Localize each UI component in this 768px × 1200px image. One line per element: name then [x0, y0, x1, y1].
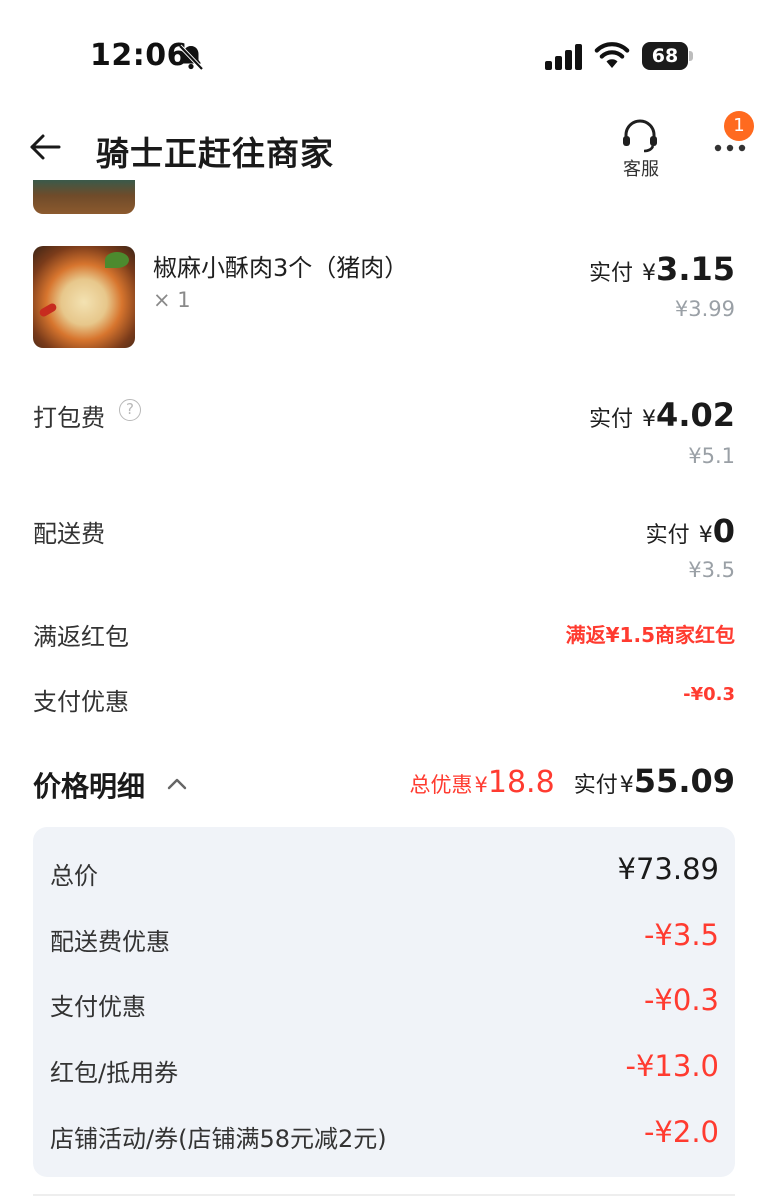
item-original-price: ¥3.99	[674, 297, 735, 321]
detail-row-label: 支付优惠	[50, 993, 146, 1021]
delivery-fee-original: ¥3.5	[688, 558, 735, 582]
detail-row-label: 配送费优惠	[50, 928, 170, 956]
battery-level: 68	[642, 42, 688, 70]
detail-row-value: -¥3.5	[643, 918, 719, 952]
paid-label: 实付	[588, 261, 633, 286]
status-time: 12:06	[90, 38, 188, 73]
cashback-value: 满返¥1.5商家红包	[565, 623, 735, 647]
item-quantity: × 1	[153, 288, 191, 312]
paid-amount: 0	[712, 512, 735, 550]
detail-row-value: -¥0.3	[643, 983, 719, 1017]
paid-amount: 3.15	[656, 250, 735, 288]
packaging-fee-label: 打包费	[33, 404, 105, 432]
divider	[33, 1194, 735, 1196]
paid-amount: 4.02	[656, 396, 735, 434]
paid-label: 实付	[573, 773, 618, 798]
paid-label: 实付	[588, 407, 633, 432]
currency: ¥	[474, 773, 488, 797]
battery-icon: 68	[642, 42, 694, 70]
total-paid-amount: 55.09	[633, 762, 735, 800]
notification-badge: 1	[724, 111, 754, 141]
detail-row-value: ¥73.89	[617, 852, 719, 886]
total-discount-amount: 18.8	[487, 765, 555, 800]
detail-row-label: 店铺活动/券(店铺满58元减2元)	[50, 1125, 387, 1153]
detail-row-value: -¥13.0	[625, 1049, 720, 1083]
price-detail-title[interactable]: 价格明细	[33, 765, 145, 805]
packaging-fee-original: ¥5.1	[688, 444, 735, 468]
signal-icon	[545, 44, 582, 70]
page-title: 骑士正赶往商家	[96, 134, 334, 173]
delivery-fee-label: 配送费	[33, 520, 105, 548]
payment-discount-label: 支付优惠	[33, 688, 129, 716]
paid-label: 实付	[645, 523, 690, 548]
help-icon[interactable]: ?	[119, 399, 141, 421]
currency: ¥	[642, 407, 657, 432]
currency: ¥	[619, 773, 634, 798]
previous-item-image	[33, 180, 135, 214]
detail-row-label: 红包/抵用券	[50, 1059, 179, 1087]
back-arrow-icon[interactable]	[28, 132, 64, 162]
wifi-icon	[594, 42, 630, 68]
customer-service-label[interactable]: 客服	[620, 155, 662, 181]
payment-discount-value: -¥0.3	[683, 684, 735, 705]
detail-row-value: -¥2.0	[643, 1115, 719, 1149]
item-name: 椒麻小酥肉3个（猪肉）	[153, 254, 409, 282]
bell-slash-icon	[178, 44, 204, 71]
headset-icon[interactable]	[620, 118, 660, 154]
item-paid: 实付 ¥3.15	[589, 250, 735, 288]
detail-row-label: 总价	[50, 862, 98, 890]
currency: ¥	[698, 523, 713, 548]
currency: ¥	[642, 261, 657, 286]
total-discount-label: 总优惠	[409, 773, 473, 797]
packaging-fee-paid: 实付 ¥4.02	[589, 396, 735, 434]
cashback-label: 满返红包	[33, 623, 129, 651]
chevron-up-icon[interactable]	[166, 776, 188, 792]
delivery-fee-paid: 实付 ¥0	[646, 512, 735, 550]
item-image[interactable]	[33, 246, 135, 348]
price-detail-summary: 总优惠¥18.8 实付¥55.09	[410, 762, 736, 800]
